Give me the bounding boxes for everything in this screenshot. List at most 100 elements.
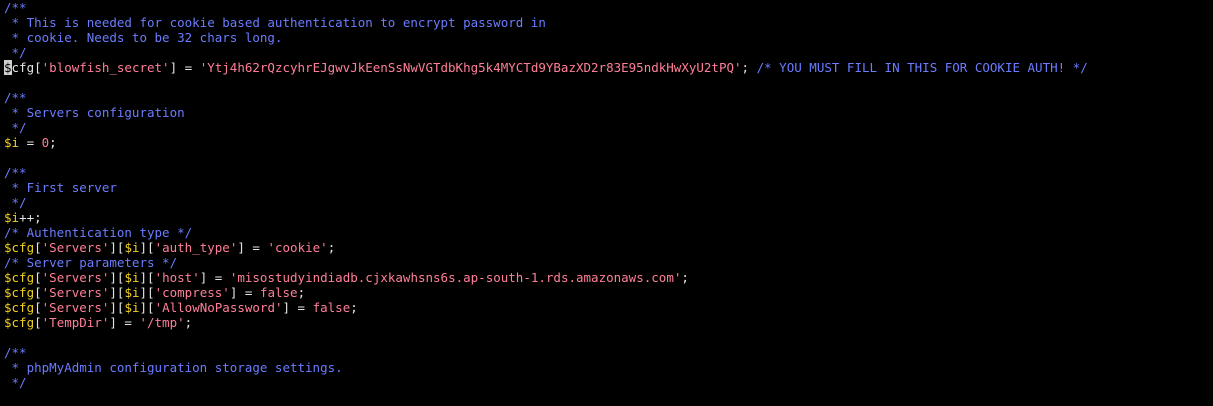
code-line[interactable]: $cfg['blowfish_secret'] = 'Ytj4h62rQzcyh… xyxy=(0,60,1213,75)
code-token: ; xyxy=(49,135,57,150)
code-line[interactable] xyxy=(0,75,1213,90)
code-line[interactable]: $cfg['Servers'][$i]['compress'] = false; xyxy=(0,285,1213,300)
code-token: ; xyxy=(681,270,689,285)
code-token: ] = xyxy=(282,300,313,315)
string-token: 'compress' xyxy=(154,285,230,300)
code-line[interactable]: /** xyxy=(0,0,1213,15)
variable-token: $cfg xyxy=(4,240,35,255)
code-line[interactable]: /* Server parameters */ xyxy=(0,255,1213,270)
code-line[interactable] xyxy=(0,150,1213,165)
code-token: ][ xyxy=(139,270,155,285)
code-line[interactable]: */ xyxy=(0,120,1213,135)
code-line[interactable]: $i++; xyxy=(0,210,1213,225)
code-token: ; xyxy=(350,300,358,315)
code-token: ] = xyxy=(229,285,260,300)
variable-token: $cfg xyxy=(4,270,35,285)
variable-token: $cfg xyxy=(4,300,35,315)
string-token: 'cookie' xyxy=(267,240,328,255)
comment-token: /** xyxy=(4,345,27,360)
comment-token: * Servers configuration xyxy=(4,105,185,120)
string-token: 'Servers' xyxy=(41,285,110,300)
code-token: ; xyxy=(184,315,193,330)
terminal-editor[interactable]: /** * This is needed for cookie based au… xyxy=(0,0,1213,406)
keyword-token: false xyxy=(259,285,298,300)
code-line[interactable]: $cfg['Servers'][$i]['host'] = 'misostudy… xyxy=(0,270,1213,285)
code-token: ; xyxy=(741,60,757,75)
variable-token: $i xyxy=(124,285,140,300)
comment-token: * This is needed for cookie based authen… xyxy=(4,15,546,30)
code-token: ; xyxy=(297,285,306,300)
string-token: 'Ytj4h62rQzcyhrEJgwvJkEenSsNwVGTdbKhg5k4… xyxy=(199,60,742,75)
comment-token: /* Server parameters */ xyxy=(4,255,178,270)
code-token: ++; xyxy=(19,210,42,225)
string-token: 'Servers' xyxy=(41,300,110,315)
variable-token: $i xyxy=(124,240,140,255)
variable-token: $i xyxy=(4,210,20,225)
code-line[interactable]: * Servers configuration xyxy=(0,105,1213,120)
comment-token: */ xyxy=(4,375,27,390)
comment-token: */ xyxy=(4,120,27,135)
code-token: [ xyxy=(34,315,42,330)
code-line[interactable]: /** xyxy=(0,165,1213,180)
comment-token: /* YOU MUST FILL IN THIS FOR COOKIE AUTH… xyxy=(756,60,1088,75)
variable-token: $i xyxy=(124,270,140,285)
code-token: [ xyxy=(34,270,42,285)
variable-token: $cfg xyxy=(4,315,35,330)
variable-token: $cfg xyxy=(4,285,35,300)
comment-token: */ xyxy=(4,195,27,210)
code-line[interactable]: $cfg['TempDir'] = '/tmp'; xyxy=(0,315,1213,330)
code-line[interactable] xyxy=(0,330,1213,345)
string-token: 'Servers' xyxy=(41,240,110,255)
comment-token: /** xyxy=(4,90,27,105)
code-line[interactable]: * First server xyxy=(0,180,1213,195)
code-token: ][ xyxy=(109,300,125,315)
code-token: ][ xyxy=(139,285,155,300)
string-token: 'host' xyxy=(154,270,200,285)
code-token: ; xyxy=(327,240,336,255)
code-token: ][ xyxy=(109,240,125,255)
code-token: ] = xyxy=(109,315,140,330)
code-line[interactable]: */ xyxy=(0,45,1213,60)
code-line[interactable]: $i = 0; xyxy=(0,135,1213,150)
code-line[interactable]: * phpMyAdmin configuration storage setti… xyxy=(0,360,1213,375)
text-cursor: $ xyxy=(4,60,12,75)
code-line[interactable]: $cfg['Servers'][$i]['AllowNoPassword'] =… xyxy=(0,300,1213,315)
keyword-token: false xyxy=(312,300,351,315)
code-token: cfg[ xyxy=(11,60,42,75)
code-token: = xyxy=(19,135,42,150)
code-line[interactable]: * cookie. Needs to be 32 chars long. xyxy=(0,30,1213,45)
code-line[interactable]: * This is needed for cookie based authen… xyxy=(0,15,1213,30)
code-token: ][ xyxy=(139,300,155,315)
string-token: '/tmp' xyxy=(139,315,185,330)
string-token: 'misostudyindiadb.cjxkawhsns6s.ap-south-… xyxy=(229,270,682,285)
string-token: 'Servers' xyxy=(41,270,110,285)
code-line[interactable]: $cfg['Servers'][$i]['auth_type'] = 'cook… xyxy=(0,240,1213,255)
comment-token: * phpMyAdmin configuration storage setti… xyxy=(4,360,343,375)
code-token: ] = xyxy=(199,270,230,285)
string-token: 'auth_type' xyxy=(154,240,238,255)
code-token: ] = xyxy=(169,60,200,75)
comment-token: * First server xyxy=(4,180,117,195)
code-token: ][ xyxy=(139,240,155,255)
code-line[interactable]: /** xyxy=(0,345,1213,360)
code-token: [ xyxy=(34,300,42,315)
comment-token: /** xyxy=(4,165,27,180)
variable-token: $i xyxy=(4,135,20,150)
code-line[interactable]: /** xyxy=(0,90,1213,105)
code-token: [ xyxy=(34,285,42,300)
string-token: 'blowfish_secret' xyxy=(41,60,170,75)
code-token: ][ xyxy=(109,270,125,285)
variable-token: $i xyxy=(124,300,140,315)
string-token: 'TempDir' xyxy=(41,315,110,330)
code-token: [ xyxy=(34,240,42,255)
code-token: ] = xyxy=(237,240,268,255)
code-line[interactable]: /* Authentication type */ xyxy=(0,225,1213,240)
comment-token: /* Authentication type */ xyxy=(4,225,193,240)
code-line[interactable]: */ xyxy=(0,375,1213,390)
comment-token: * cookie. Needs to be 32 chars long. xyxy=(4,30,283,45)
string-token: 'AllowNoPassword' xyxy=(154,300,283,315)
comment-token: /** xyxy=(4,0,27,15)
code-token: ][ xyxy=(109,285,125,300)
code-line[interactable]: */ xyxy=(0,195,1213,210)
comment-token: */ xyxy=(4,45,27,60)
